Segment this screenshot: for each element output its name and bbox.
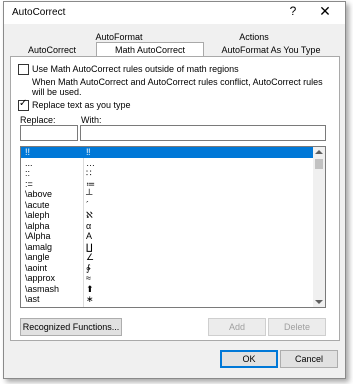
cancel-button[interactable]: Cancel [280, 350, 338, 368]
replace-cell: ... [25, 157, 33, 168]
list-row[interactable]: :: ∷ [21, 168, 313, 179]
outside-math-checkbox[interactable] [18, 64, 29, 75]
replace-cell: \amalg [25, 241, 53, 252]
list-row[interactable]: !! ‼ [21, 147, 313, 158]
delete-label: Delete [283, 322, 310, 332]
replace-label: Replace: [20, 115, 56, 125]
replace-cell: := [25, 178, 33, 189]
with-cell: … [86, 157, 95, 168]
replace-cell: \ast [25, 294, 40, 304]
with-label: With: [81, 115, 102, 125]
list-scrollbar[interactable] [313, 147, 325, 307]
replace-cell: \angle [25, 252, 50, 262]
ok-button[interactable]: OK [220, 350, 278, 368]
replace-as-you-type-label: Replace text as you type [32, 100, 131, 110]
list-row[interactable]: \alpha α [21, 221, 313, 232]
conflict-note: When Math AutoCorrect and AutoCorrect ru… [32, 77, 323, 97]
close-button[interactable]: ✕ [317, 3, 333, 20]
list-row[interactable]: \amalg ∐ [21, 242, 313, 253]
autocorrect-dialog: AutoCorrect ? ✕ AutoFormat Actions AutoC… [3, 1, 346, 379]
tab-autoformat-as-you-type[interactable]: AutoFormat As You Type [206, 44, 336, 56]
add-label: Add [228, 322, 245, 332]
list-row[interactable]: \above ┴ [21, 189, 313, 200]
recognized-functions-button[interactable]: Recognized Functions... [20, 318, 122, 336]
dialog-title: AutoCorrect [12, 7, 66, 18]
scroll-thumb[interactable] [315, 159, 323, 169]
replace-cell: \acute [25, 199, 50, 210]
with-cell: ┴ [86, 189, 93, 199]
list-row[interactable]: \acute ´ [21, 200, 313, 211]
cancel-label: Cancel [294, 354, 323, 364]
replace-cell: \aoint [25, 262, 48, 273]
with-cell: ∠ [86, 252, 95, 262]
with-cell: ∗ [86, 294, 94, 304]
list-row[interactable]: \aleph ℵ [21, 210, 313, 221]
replace-cell: :: [25, 168, 31, 178]
replace-cell: \Alpha [25, 231, 51, 241]
with-cell: A [86, 231, 93, 241]
delete-button[interactable]: Delete [268, 318, 326, 336]
replace-input[interactable] [20, 125, 78, 141]
ok-label: OK [242, 354, 256, 364]
list-row[interactable]: \aoint ∳ [21, 263, 313, 274]
add-button[interactable]: Add [208, 318, 266, 336]
help-button[interactable]: ? [286, 4, 300, 18]
replace-cell: \aleph [25, 210, 50, 220]
with-input[interactable] [80, 125, 326, 141]
with-cell: ∐ [86, 241, 93, 252]
replace-as-you-type-checkbox[interactable] [18, 98, 29, 111]
with-cell: ∷ [86, 168, 92, 178]
list-row[interactable]: ... … [21, 158, 313, 169]
scroll-up-arrow-icon[interactable] [315, 150, 323, 154]
with-cell: ∳ [86, 262, 91, 273]
replace-cell: \approx [25, 273, 56, 283]
with-cell: ℵ [86, 210, 93, 220]
with-cell: ≔ [86, 178, 95, 189]
outside-math-label: Use Math AutoCorrect rules outside of ma… [32, 64, 239, 74]
title-bar: AutoCorrect ? ✕ [4, 2, 345, 24]
with-cell: ⬆ [86, 283, 94, 294]
with-cell: ‼ [86, 147, 91, 157]
tab-autocorrect[interactable]: AutoCorrect [10, 44, 94, 56]
with-cell: α [86, 220, 92, 231]
list-row[interactable]: \angle ∠ [21, 252, 313, 263]
with-cell: ´ [86, 199, 89, 210]
tab-math-autocorrect[interactable]: Math AutoCorrect [96, 42, 204, 57]
tab-actions[interactable]: Actions [204, 31, 304, 43]
list-row[interactable]: \approx ≈ [21, 273, 313, 284]
replace-cell: !! [25, 147, 31, 157]
replacement-list[interactable]: !! ‼ ... … :: ∷ := ≔ \above ┴ \acute ´ \… [20, 146, 326, 308]
recognized-functions-label: Recognized Functions... [22, 322, 120, 332]
list-row[interactable]: \asmash ⬆ [21, 284, 313, 295]
replace-cell: \above [25, 189, 53, 199]
list-row[interactable]: := ≔ [21, 179, 313, 190]
with-cell: ≈ [86, 273, 91, 283]
list-row[interactable]: \ast ∗ [21, 294, 313, 305]
scroll-down-arrow-icon[interactable] [315, 300, 323, 304]
list-row[interactable]: \Alpha A [21, 231, 313, 242]
replace-cell: \alpha [25, 220, 50, 231]
replace-cell: \asmash [25, 283, 60, 294]
